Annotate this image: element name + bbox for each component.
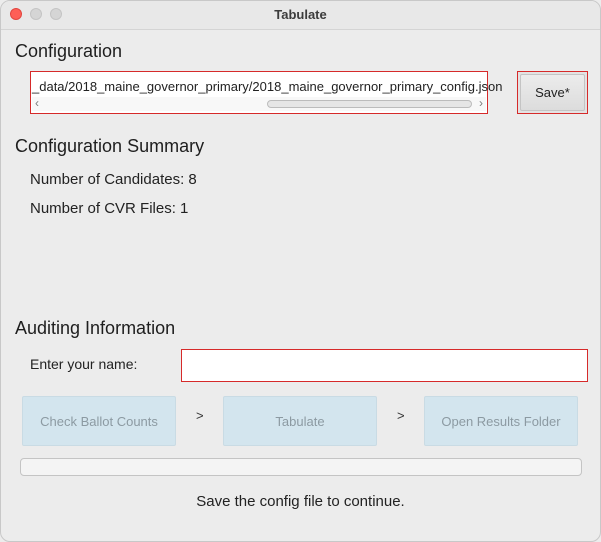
- status-message: Save the config file to continue.: [196, 493, 405, 510]
- step-separator: >: [397, 408, 405, 423]
- save-button-face[interactable]: Save*: [520, 74, 585, 111]
- tabulate-button[interactable]: Tabulate: [223, 396, 377, 446]
- scroll-left-icon[interactable]: ‹: [35, 96, 39, 110]
- config-path-scrollbar[interactable]: ‹ ›: [32, 96, 486, 111]
- scroll-right-icon[interactable]: ›: [479, 96, 483, 110]
- name-input[interactable]: [181, 349, 588, 382]
- configuration-summary-heading: Configuration Summary: [15, 136, 205, 156]
- config-path-text[interactable]: _data/2018_maine_governor_primary/2018_m…: [32, 79, 502, 94]
- tabulate-window: Tabulate Configuration _data/2018_maine_…: [0, 0, 601, 542]
- save-button-label: Save*: [535, 85, 570, 100]
- title-bar[interactable]: Tabulate: [1, 1, 600, 30]
- progress-bar: [20, 458, 582, 476]
- cvr-files-count: Number of CVR Files: 1: [30, 200, 189, 217]
- scrollbar-thumb[interactable]: [267, 100, 472, 108]
- auditing-information-heading: Auditing Information: [15, 318, 176, 338]
- candidates-count: Number of Candidates: 8: [30, 171, 197, 188]
- save-button[interactable]: Save*: [517, 71, 588, 114]
- check-ballot-counts-button[interactable]: Check Ballot Counts: [22, 396, 176, 446]
- config-path-field[interactable]: _data/2018_maine_governor_primary/2018_m…: [30, 71, 502, 114]
- step-separator: >: [196, 408, 204, 423]
- name-label: Enter your name:: [30, 356, 138, 372]
- open-results-folder-button[interactable]: Open Results Folder: [424, 396, 578, 446]
- configuration-heading: Configuration: [15, 41, 123, 61]
- window-title: Tabulate: [274, 7, 327, 22]
